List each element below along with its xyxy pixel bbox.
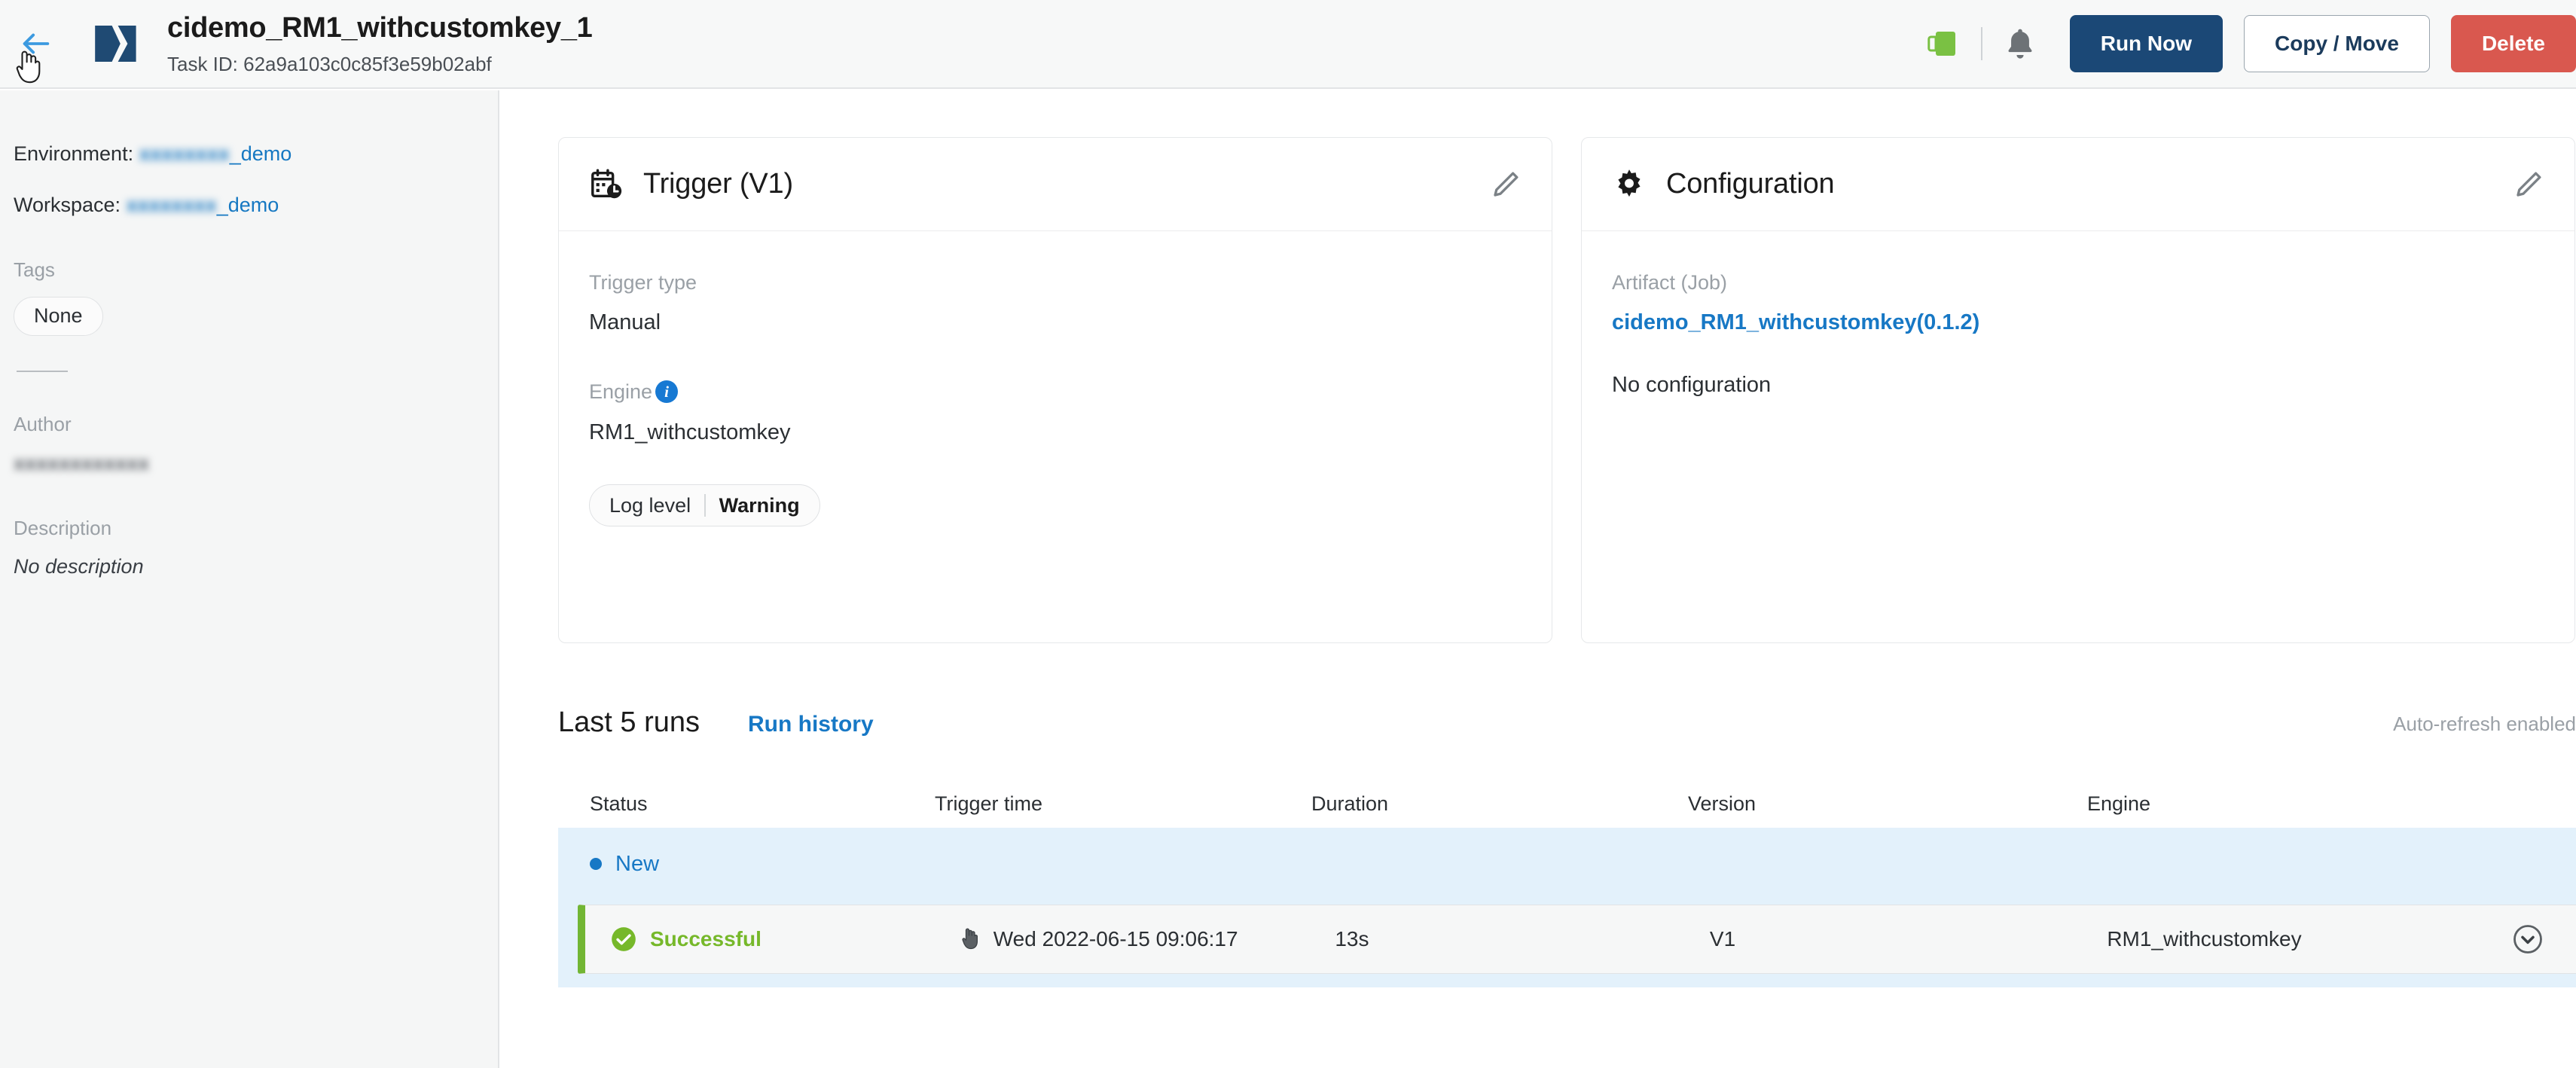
trigger-type-label: Trigger type — [589, 271, 697, 294]
table-row[interactable]: Successful Wed 2022-06-15 09:06:17 13s V… — [578, 905, 2576, 974]
arrow-left-icon — [23, 33, 50, 54]
run-engine-cell: RM1_withcustomkey — [2107, 927, 2302, 951]
trigger-card-body: Trigger type Manual Engine i RM1_withcus… — [559, 231, 1552, 527]
runs-table-header: Status Trigger time Duration Version Eng… — [558, 780, 2576, 828]
chevron-down-circle-icon[interactable] — [2512, 923, 2544, 955]
author-value: xxxxxxxxxxxx — [14, 451, 498, 475]
artifact-label: Artifact (Job) — [1612, 271, 1728, 294]
pencil-icon[interactable] — [1490, 169, 1521, 200]
workspace-row: Workspace: xxxxxxxx_demo — [14, 193, 498, 217]
column-header-version: Version — [1688, 792, 1757, 815]
trigger-card-header: Trigger (V1) — [559, 138, 1552, 231]
workspace-label: Workspace: — [14, 194, 121, 217]
configuration-card: Configuration Artifact (Job) cidemo_RM1_… — [1581, 137, 2575, 643]
back-button[interactable] — [0, 0, 72, 88]
green-battery-icon[interactable] — [1922, 24, 1961, 63]
notification-bell-icon[interactable] — [2004, 24, 2037, 63]
runs-table: Status Trigger time Duration Version Eng… — [558, 780, 2576, 987]
trigger-card-title: Trigger (V1) — [643, 168, 793, 200]
run-status-text: Successful — [650, 927, 762, 951]
trigger-card: Trigger (V1) Trigger type Manual Engine … — [558, 137, 1552, 643]
pencil-icon[interactable] — [2513, 169, 2544, 200]
configuration-card-body: Artifact (Job) cidemo_RM1_withcustomkey(… — [1582, 231, 2574, 398]
runs-group-label: New — [615, 851, 660, 876]
header-divider — [1980, 27, 1982, 60]
runs-group-body: Successful Wed 2022-06-15 09:06:17 13s V… — [558, 900, 2576, 987]
run-now-button[interactable]: Run Now — [2069, 15, 2223, 72]
brand-logo — [89, 20, 145, 67]
column-header-status: Status — [590, 792, 648, 815]
environment-row: Environment: xxxxxxxx_demo — [14, 142, 498, 166]
runs-title: Last 5 runs — [558, 706, 700, 738]
title-block: cidemo_RM1_withcustomkey_1 Task ID: 62a9… — [167, 11, 593, 75]
details-sidebar: Environment: xxxxxxxx_demo Workspace: xx… — [0, 90, 499, 1068]
column-header-trigger-time: Trigger time — [935, 792, 1043, 815]
environment-value-redacted: xxxxxxxx — [139, 142, 230, 165]
artifact-link[interactable]: cidemo_RM1_withcustomkey(0.1.2) — [1612, 310, 2544, 336]
run-history-link[interactable]: Run history — [748, 712, 874, 737]
run-trigger-time-text: Wed 2022-06-15 09:06:17 — [993, 927, 1238, 951]
calendar-clock-icon — [591, 168, 622, 198]
summary-cards: Trigger (V1) Trigger type Manual Engine … — [501, 90, 2576, 643]
runs-section-header: Last 5 runs Run history Auto-refresh ena… — [501, 643, 2576, 739]
log-level-chip: Log level Warning — [589, 484, 820, 527]
environment-label: Environment: — [14, 142, 134, 165]
engine-label: Engine — [589, 380, 653, 404]
auto-refresh-status: Auto-refresh enabled — [2393, 713, 2576, 735]
run-trigger-time-cell: Wed 2022-06-15 09:06:17 — [960, 925, 1335, 954]
tags-label: Tags — [14, 258, 55, 281]
log-level-value: Warning — [719, 493, 800, 517]
engine-value: RM1_withcustomkey — [589, 420, 791, 444]
sidebar-divider — [17, 370, 68, 372]
delete-button[interactable]: Delete — [2450, 15, 2576, 72]
trigger-type-value: Manual — [589, 310, 661, 335]
run-duration-cell: 13s — [1335, 927, 1369, 951]
mouse-cursor-pointer — [962, 928, 978, 950]
no-configuration-text: No configuration — [1612, 373, 1772, 398]
log-level-label: Log level — [609, 493, 691, 517]
environment-value-suffix[interactable]: _demo — [230, 142, 292, 165]
log-level-separator — [704, 494, 706, 517]
configuration-card-header: Configuration — [1582, 138, 2574, 231]
gear-icon — [1618, 169, 1641, 197]
description-value: No description — [14, 554, 144, 578]
main-content: Trigger (V1) Trigger type Manual Engine … — [501, 90, 2576, 1068]
brand-chevron-logo-icon — [95, 26, 136, 62]
status-dot-icon — [590, 858, 602, 870]
author-value-redacted: xxxxxxxxxxxx — [14, 452, 150, 475]
runs-group-header-new: New — [558, 828, 2576, 900]
header-actions: Run Now Copy / Move Delete — [1922, 0, 2576, 88]
configuration-card-title: Configuration — [1666, 168, 1835, 200]
run-status-cell: Successful — [585, 925, 960, 954]
column-header-engine: Engine — [2087, 792, 2151, 815]
app-header: cidemo_RM1_withcustomkey_1 Task ID: 62a9… — [0, 0, 2576, 89]
page-title: cidemo_RM1_withcustomkey_1 — [167, 11, 593, 44]
copy-move-button[interactable]: Copy / Move — [2244, 15, 2430, 72]
check-circle-icon — [612, 927, 636, 951]
tag-chip-none[interactable]: None — [14, 296, 103, 336]
run-expand-cell — [2512, 923, 2576, 955]
workspace-value-suffix[interactable]: _demo — [217, 194, 279, 216]
description-label: Description — [14, 516, 112, 539]
run-version-cell: V1 — [1709, 927, 1736, 951]
author-label: Author — [14, 412, 72, 435]
workspace-value-redacted: xxxxxxxx — [126, 194, 217, 217]
task-id: Task ID: 62a9a103c0c85f3e59b02abf — [167, 52, 492, 75]
info-icon[interactable]: i — [655, 380, 679, 404]
column-header-duration: Duration — [1311, 792, 1389, 815]
engine-label-row: Engine i — [589, 380, 1521, 404]
